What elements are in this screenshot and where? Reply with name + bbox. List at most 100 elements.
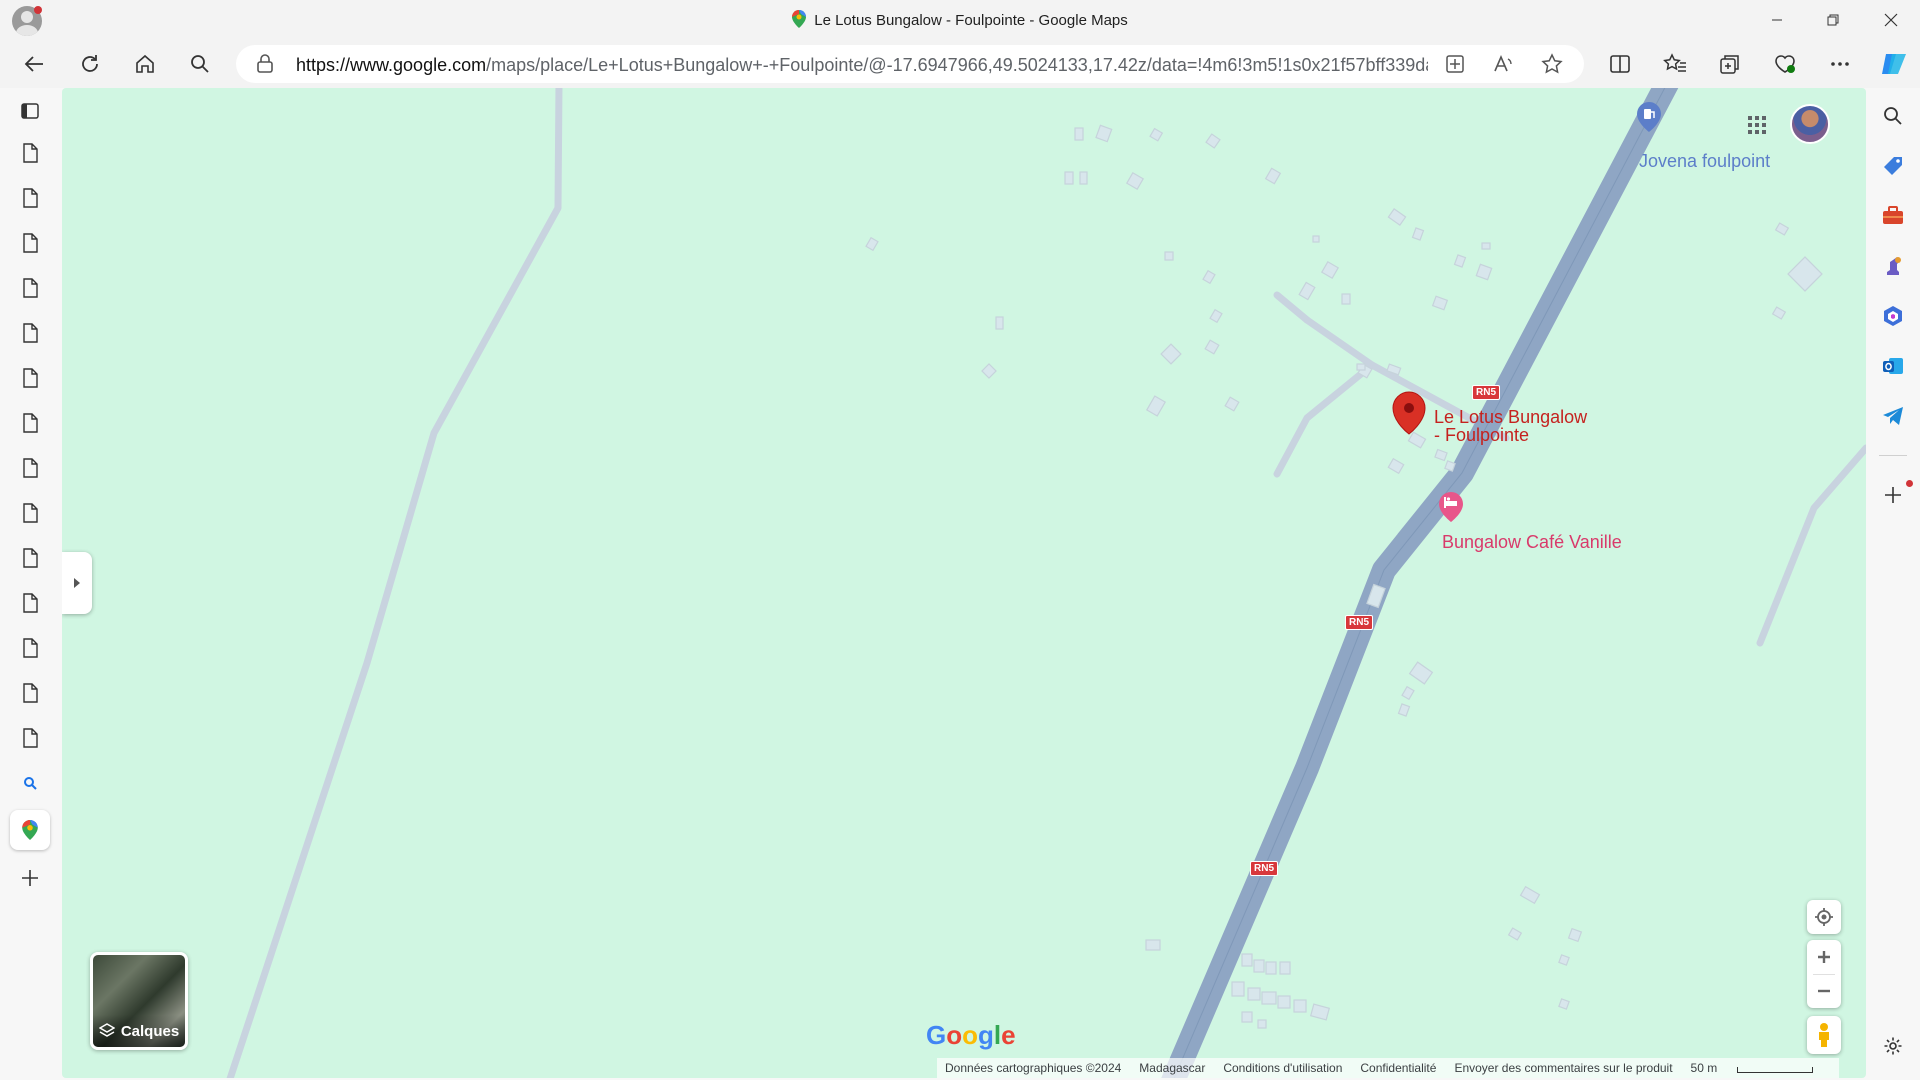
google-maps-icon: [22, 820, 38, 840]
tab-actions-icon[interactable]: [15, 96, 45, 126]
scale-indicator[interactable]: 50 m: [1691, 1061, 1832, 1075]
scale-label: 50 m: [1690, 1061, 1718, 1075]
window-title: Le Lotus Bungalow - Foulpointe - Google …: [0, 10, 1920, 29]
map-data-attribution[interactable]: Données cartographiques ©2024: [945, 1061, 1121, 1075]
lock-icon[interactable]: [256, 54, 274, 79]
tab-page-icon[interactable]: [15, 228, 45, 258]
back-arrow-icon[interactable]: [18, 48, 50, 80]
tab-page-icon[interactable]: [15, 453, 45, 483]
collections-icon[interactable]: [1714, 48, 1746, 80]
road-shield: RN5: [1472, 385, 1501, 400]
tab-search-icon[interactable]: [15, 768, 45, 798]
url-host: https://www.google.com: [296, 55, 487, 75]
scale-bar: [1737, 1067, 1814, 1073]
more-menu-icon[interactable]: [1824, 48, 1856, 80]
caret-right-icon: [74, 578, 80, 588]
minimize-button[interactable]: [1754, 0, 1800, 40]
zoom-out-button[interactable]: [1807, 974, 1841, 1008]
browser-essentials-icon[interactable]: [1769, 48, 1801, 80]
account-avatar[interactable]: [1790, 104, 1830, 144]
sidebar-search-icon[interactable]: [1879, 102, 1907, 130]
title-bar: Le Lotus Bungalow - Foulpointe - Google …: [0, 0, 1920, 40]
tab-page-icon[interactable]: [15, 138, 45, 168]
tab-page-icon[interactable]: [15, 678, 45, 708]
address-bar[interactable]: https://www.google.com/maps/place/Le+Lot…: [236, 45, 1584, 83]
sidebar-divider: [1879, 455, 1907, 456]
close-button[interactable]: [1868, 0, 1914, 40]
crosshair-icon: [1815, 908, 1833, 926]
games-chess-icon[interactable]: [1879, 252, 1907, 280]
road-shield: RN5: [1345, 615, 1374, 630]
minor-road: [1303, 316, 1376, 369]
tab-page-icon[interactable]: [15, 588, 45, 618]
restore-button[interactable]: [1810, 0, 1856, 40]
new-tab-plus-icon[interactable]: [15, 863, 45, 893]
street-view-pegman-button[interactable]: [1807, 1016, 1841, 1054]
split-screen-icon[interactable]: [1604, 48, 1636, 80]
copilot-icon[interactable]: [1878, 48, 1910, 80]
refresh-icon[interactable]: [74, 48, 106, 80]
terms-link[interactable]: Conditions d'utilisation: [1223, 1061, 1342, 1075]
search-icon[interactable]: [184, 48, 216, 80]
poi-label-jovena[interactable]: Jovena foulpoint: [1639, 151, 1770, 172]
plus-icon: [1818, 951, 1830, 963]
tab-page-icon[interactable]: [15, 363, 45, 393]
tab-google-maps-active[interactable]: [10, 810, 50, 850]
tab-page-icon[interactable]: [15, 723, 45, 753]
read-aloud-icon[interactable]: [1492, 53, 1514, 80]
tools-briefcase-icon[interactable]: [1879, 202, 1907, 230]
favorites-icon[interactable]: [1659, 48, 1691, 80]
tab-page-icon[interactable]: [15, 633, 45, 663]
edge-sidebar: [1866, 88, 1920, 1080]
add-sidebar-app-icon[interactable]: [1879, 481, 1907, 509]
poi-label-line: Le Lotus Bungalow: [1434, 407, 1588, 427]
url-text[interactable]: https://www.google.com/maps/place/Le+Lot…: [296, 55, 1428, 76]
tab-page-icon[interactable]: [15, 408, 45, 438]
map-canvas[interactable]: RN5 RN5 RN5 Jovena foulpoint Le Lotus Bu…: [62, 88, 1866, 1078]
zoom-controls: [1807, 940, 1841, 1008]
expand-side-panel-button[interactable]: [62, 552, 92, 614]
minor-road: [226, 88, 563, 1078]
outlook-icon[interactable]: [1879, 352, 1907, 380]
google-maps-icon: [792, 10, 807, 28]
feedback-link[interactable]: Envoyer des commentaires sur le produit: [1454, 1061, 1672, 1075]
notification-dot: [1906, 480, 1913, 487]
app-available-icon[interactable]: [1444, 53, 1466, 80]
google-apps-grid-icon[interactable]: [1742, 110, 1772, 140]
layers-label: Calques: [120, 1022, 180, 1040]
vertical-tabs-sidebar: [0, 88, 62, 1080]
microsoft-365-icon[interactable]: [1879, 302, 1907, 330]
tab-page-icon[interactable]: [15, 183, 45, 213]
zoom-in-button[interactable]: [1807, 940, 1841, 974]
tab-page-icon[interactable]: [15, 273, 45, 303]
privacy-link[interactable]: Confidentialité: [1360, 1061, 1436, 1075]
map-footer: Données cartographiques ©2024 Madagascar…: [937, 1058, 1840, 1078]
map-base-layer[interactable]: [62, 88, 1866, 1078]
minus-icon: [1818, 989, 1830, 993]
road-shield: RN5: [1250, 861, 1279, 876]
layers-button[interactable]: Calques: [90, 952, 188, 1050]
url-path: /maps/place/Le+Lotus+Bungalow+-+Foulpoin…: [486, 55, 1428, 75]
home-icon[interactable]: [129, 48, 161, 80]
my-location-button[interactable]: [1807, 900, 1841, 934]
layers-icon: [98, 1023, 115, 1037]
window-title-text: Le Lotus Bungalow - Foulpointe - Google …: [814, 12, 1128, 29]
tab-page-icon[interactable]: [15, 498, 45, 528]
tab-page-icon[interactable]: [15, 543, 45, 573]
poi-label-line: - Foulpointe: [1434, 425, 1530, 445]
minor-road: [1273, 291, 1311, 324]
browser-toolbar: https://www.google.com/maps/place/Le+Lot…: [0, 40, 1920, 88]
favorite-star-icon[interactable]: [1541, 53, 1563, 80]
tab-page-icon[interactable]: [15, 318, 45, 348]
country-label: Madagascar: [1139, 1061, 1206, 1075]
selected-place-marker-icon[interactable]: [1392, 391, 1426, 435]
send-telegram-icon[interactable]: [1879, 402, 1907, 430]
minor-road: [1756, 444, 1866, 647]
shopping-tag-icon[interactable]: [1879, 152, 1907, 180]
google-logo: Google: [926, 1020, 1016, 1050]
poi-label-cafe-vanille[interactable]: Bungalow Café Vanille: [1442, 532, 1622, 553]
poi-label-lotus-bungalow[interactable]: Le Lotus Bungalow - Foulpointe: [1434, 408, 1587, 444]
building-footprints: [865, 124, 1823, 1029]
sidebar-settings-gear-icon[interactable]: [1879, 1032, 1907, 1060]
hotel-bed-marker-icon[interactable]: [1439, 492, 1463, 522]
